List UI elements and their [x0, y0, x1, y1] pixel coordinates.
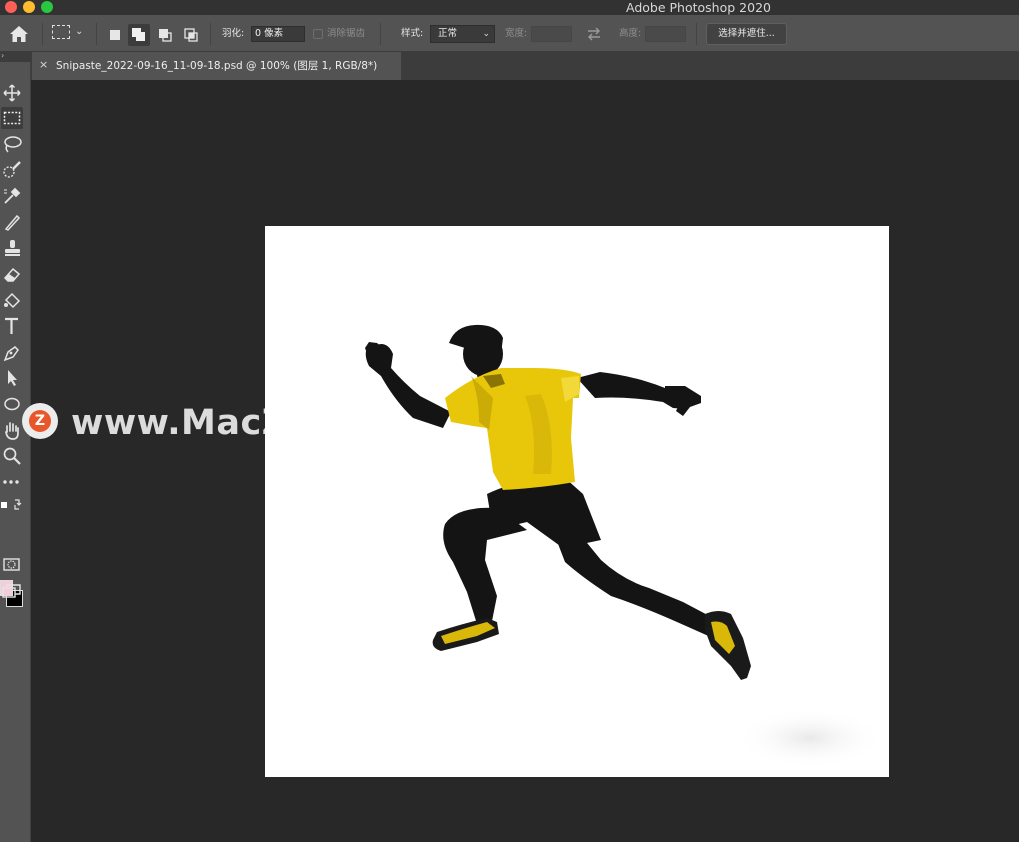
separator [42, 23, 43, 45]
zoom-window-button[interactable] [41, 1, 53, 13]
feather-input[interactable]: 0 像素 [251, 26, 305, 42]
hand-tool-icon[interactable] [1, 419, 23, 441]
select-and-mask-button[interactable]: 选择并遮住... [706, 23, 787, 45]
chevron-down-icon[interactable]: ⌄ [75, 26, 83, 37]
more-tools-icon[interactable] [1, 471, 23, 493]
path-selection-tool-icon[interactable] [1, 367, 23, 389]
style-select[interactable]: 正常 ⌄ [430, 25, 495, 43]
watermark: Z www.MacZ.com [22, 403, 385, 443]
anti-alias-checkbox[interactable] [313, 29, 323, 39]
pen-tool-icon[interactable] [1, 341, 23, 363]
separator [380, 23, 381, 45]
height-input[interactable] [645, 26, 686, 42]
clone-stamp-tool-icon[interactable] [1, 237, 23, 259]
anti-alias-label: 消除锯齿 [327, 28, 366, 39]
panel-collapse-icon[interactable]: › [0, 52, 31, 62]
add-to-selection-button[interactable] [128, 24, 150, 46]
quick-mask-icon[interactable] [1, 554, 23, 576]
zoom-tool-icon[interactable] [1, 445, 23, 467]
watermark-text: www.MacZ.com [71, 403, 385, 443]
height-label: 高度: [619, 28, 642, 39]
quick-selection-tool-icon[interactable] [1, 159, 23, 181]
options-bar: ⌄ 羽化: 0 像素 消除锯齿 样式: 正常 ⌄ 宽度: 高度: 选择并遮住..… [0, 15, 1019, 52]
new-selection-button[interactable] [104, 24, 126, 46]
feather-label: 羽化: [222, 28, 245, 39]
close-window-button[interactable] [5, 1, 17, 13]
eyedropper-tool-icon[interactable] [1, 185, 23, 207]
document-tab-title: Snipaste_2022-09-16_11-09-18.psd @ 100% … [56, 60, 378, 72]
document-canvas[interactable] [265, 226, 889, 777]
separator [210, 23, 211, 45]
swap-width-height-icon[interactable] [586, 26, 602, 41]
macz-logo-icon: Z [22, 403, 58, 439]
lasso-tool-icon[interactable] [1, 133, 23, 155]
document-tab[interactable]: × Snipaste_2022-09-16_11-09-18.psd @ 100… [32, 52, 401, 80]
app-title: Adobe Photoshop 2020 [626, 0, 771, 15]
style-select-value: 正常 [438, 28, 458, 39]
screen-mode-icon[interactable] [1, 580, 23, 602]
type-tool-icon[interactable] [1, 315, 23, 337]
intersect-selection-button[interactable] [180, 24, 202, 46]
subtract-from-selection-button[interactable] [154, 24, 176, 46]
move-tool-icon[interactable] [1, 82, 23, 104]
runner-photo [365, 324, 885, 768]
paint-bucket-tool-icon[interactable] [1, 289, 23, 311]
style-label: 样式: [401, 28, 424, 39]
chevron-down-icon: ⌄ [482, 29, 490, 39]
width-label: 宽度: [505, 28, 528, 39]
rectangular-marquee-tool-icon[interactable] [1, 107, 23, 129]
default-colors-icon[interactable] [1, 497, 23, 513]
ellipse-tool-icon[interactable] [1, 393, 23, 415]
close-tab-icon[interactable]: × [39, 59, 48, 71]
separator [696, 23, 697, 45]
home-icon[interactable] [9, 25, 29, 43]
tools-panel [0, 62, 31, 842]
width-input[interactable] [531, 26, 572, 42]
brush-tool-icon[interactable] [1, 211, 23, 233]
eraser-tool-icon[interactable] [1, 263, 23, 285]
minimize-window-button[interactable] [23, 1, 35, 13]
macz-logo-letter: Z [29, 410, 51, 432]
marquee-preset-icon[interactable] [52, 25, 70, 39]
separator [96, 23, 97, 45]
title-bar: Adobe Photoshop 2020 [0, 0, 1019, 15]
